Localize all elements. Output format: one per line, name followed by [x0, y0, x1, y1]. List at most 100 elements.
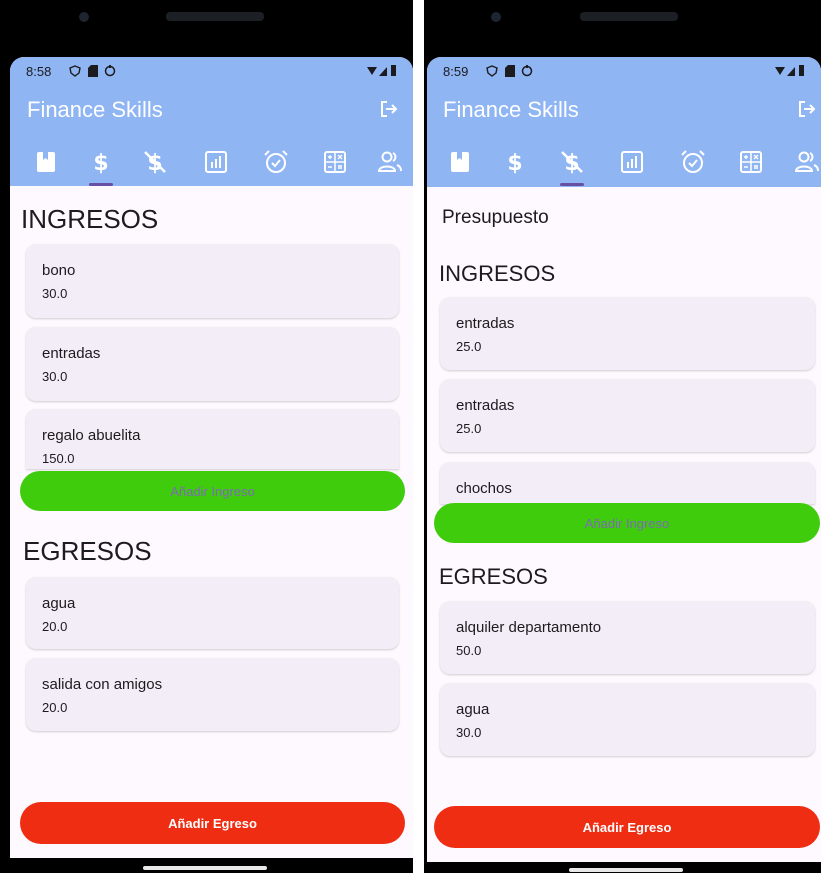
sync-status-icon	[521, 65, 533, 77]
home-gesture-bar[interactable]	[569, 868, 683, 872]
tab-income[interactable]: $	[495, 145, 535, 179]
status-bar: 8:59	[443, 63, 805, 81]
phone-left: 8:58 Finance Skills $ INGRESOS bono 30.0…	[0, 0, 413, 873]
shield-status-icon	[486, 65, 498, 77]
add-ingreso-button[interactable]: Añadir Ingreso	[20, 471, 405, 511]
add-egreso-button[interactable]: Añadir Egreso	[434, 806, 820, 848]
egresos-title: EGRESOS	[439, 564, 548, 589]
expense-name: salida con amigos	[42, 676, 163, 693]
expense-card[interactable]: alquiler departamento 50.0	[440, 601, 815, 674]
tab-charts[interactable]	[612, 145, 652, 179]
expense-amount: 20.0	[42, 619, 68, 634]
expense-name: alquiler departamento	[456, 619, 602, 636]
sdcard-status-icon	[505, 65, 515, 77]
status-right-icons	[367, 65, 397, 80]
budget-subtitle: Presupuesto	[442, 207, 549, 228]
money-off-icon: $	[144, 151, 166, 175]
egresos-title: EGRESOS	[23, 536, 152, 566]
dollar-icon: $	[93, 151, 108, 175]
add-egreso-button[interactable]: Añadir Egreso	[20, 802, 405, 844]
income-name: bono	[42, 262, 76, 279]
screen-budget-view: 8:59 Finance Skills $ Presupuesto INGRES…	[427, 57, 821, 862]
add-ingreso-button[interactable]: Añadir Ingreso	[434, 503, 820, 543]
expense-amount: 30.0	[456, 725, 482, 740]
expense-amount: 50.0	[456, 643, 482, 658]
active-tab-indicator	[560, 183, 584, 186]
calculator-icon	[740, 151, 762, 173]
income-name: entradas	[456, 397, 515, 414]
app-bar: 8:58 Finance Skills $	[10, 57, 413, 186]
expense-card[interactable]: agua 30.0	[440, 683, 815, 756]
home-gesture-bar[interactable]	[143, 866, 267, 870]
earpiece-speaker	[580, 12, 678, 21]
tab-book[interactable]	[26, 145, 66, 179]
people-icon	[794, 151, 819, 172]
shield-status-icon	[69, 65, 81, 77]
income-name: entradas	[42, 345, 101, 362]
tab-calculator[interactable]	[731, 145, 771, 179]
tab-book[interactable]	[440, 145, 480, 179]
front-camera	[79, 12, 89, 22]
status-time: 8:58	[26, 64, 52, 79]
calculator-icon	[324, 151, 346, 173]
income-card[interactable]: chochos	[440, 462, 815, 504]
income-amount: 30.0	[42, 369, 68, 384]
income-name: chochos	[456, 480, 512, 497]
tab-bar: $ $	[10, 145, 413, 186]
front-camera	[491, 12, 501, 22]
tab-people[interactable]	[370, 145, 410, 179]
tab-income[interactable]: $	[81, 145, 121, 179]
status-time: 8:59	[443, 64, 469, 79]
income-card[interactable]: bono 30.0	[26, 244, 399, 318]
expense-amount: 20.0	[42, 700, 68, 715]
active-tab-indicator	[89, 183, 113, 186]
tab-people[interactable]	[787, 145, 821, 179]
tab-alarm[interactable]	[256, 145, 296, 179]
income-amount: 150.0	[42, 451, 75, 466]
expense-name: agua	[456, 701, 490, 718]
income-amount: 30.0	[42, 286, 68, 301]
tab-expenses[interactable]: $	[552, 145, 592, 179]
app-title: Finance Skills	[27, 97, 163, 122]
tab-calculator[interactable]	[315, 145, 355, 179]
income-card[interactable]: regalo abuelita 150.0	[26, 409, 399, 469]
income-card[interactable]: entradas 30.0	[26, 327, 399, 401]
app-bar: 8:59 Finance Skills $	[427, 57, 821, 187]
sync-status-icon	[104, 65, 116, 77]
ingresos-title: INGRESOS	[21, 204, 159, 234]
book-icon	[37, 152, 55, 172]
logout-icon[interactable]	[379, 99, 399, 119]
expense-name: agua	[42, 595, 76, 612]
tab-charts[interactable]	[196, 145, 236, 179]
chart-icon	[205, 151, 227, 173]
wifi-signal-battery-icon	[775, 65, 804, 76]
income-amount: 25.0	[456, 421, 482, 436]
app-title: Finance Skills	[443, 97, 579, 122]
status-bar: 8:58	[26, 63, 397, 81]
earpiece-speaker	[166, 12, 264, 21]
money-off-icon: $	[561, 151, 583, 175]
svg-text:$: $	[93, 151, 108, 175]
logout-icon[interactable]	[797, 99, 817, 119]
income-card[interactable]: entradas 25.0	[440, 297, 815, 370]
alarm-icon	[681, 150, 705, 173]
wifi-signal-battery-icon	[367, 65, 396, 76]
phone-right: 8:59 Finance Skills $ Presupuesto INGRES…	[424, 0, 821, 873]
income-card[interactable]: entradas 25.0	[440, 379, 815, 452]
sdcard-status-icon	[88, 65, 98, 77]
tab-alarm[interactable]	[673, 145, 713, 179]
ingresos-title: INGRESOS	[439, 261, 556, 286]
chart-icon	[621, 151, 643, 173]
expense-card[interactable]: agua 20.0	[26, 577, 399, 649]
expense-card[interactable]: salida con amigos 20.0	[26, 658, 399, 731]
screen-expenses-view: 8:58 Finance Skills $ INGRESOS bono 30.0…	[10, 57, 413, 858]
dollar-icon: $	[507, 151, 522, 175]
book-icon	[451, 152, 469, 172]
status-right-icons	[775, 65, 805, 80]
svg-text:$: $	[507, 151, 522, 175]
alarm-icon	[264, 150, 288, 173]
people-icon	[377, 151, 402, 172]
income-name: entradas	[456, 315, 515, 332]
income-name: regalo abuelita	[42, 427, 141, 444]
tab-expenses[interactable]: $	[135, 145, 175, 179]
